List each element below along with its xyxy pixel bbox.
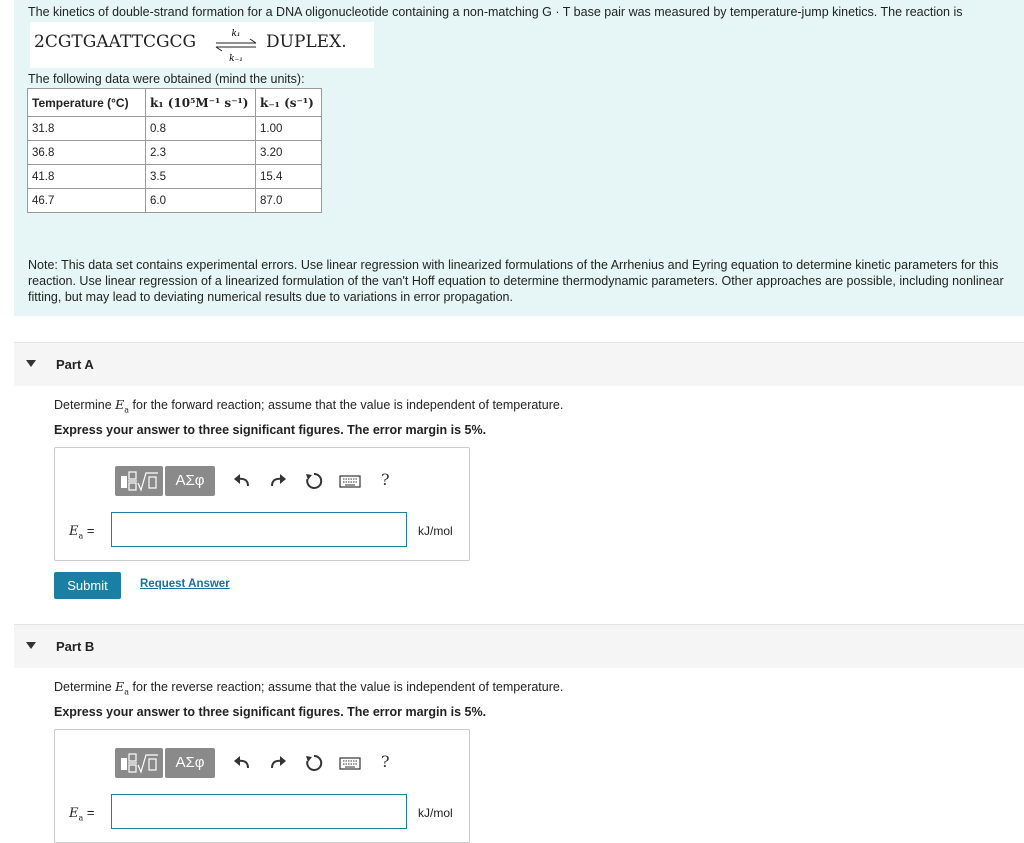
answer-input[interactable] (111, 794, 407, 829)
templates-button[interactable] (115, 748, 163, 778)
question-text: for the forward reaction; assume that th… (129, 398, 564, 412)
part-a-answer-panel: ΑΣφ ? Ea = kJ/mol (54, 447, 470, 561)
k-reverse-label: k₋₁ (229, 54, 243, 64)
part-b-title: Part B (56, 639, 95, 654)
cell-k1: 2.3 (145, 140, 256, 165)
collapse-triangle-icon[interactable] (26, 360, 36, 367)
collapse-triangle-icon[interactable] (26, 642, 36, 649)
keyboard-icon[interactable] (339, 753, 361, 773)
product: DUPLEX. (266, 32, 347, 52)
cell-k-1: 15.4 (255, 164, 322, 189)
part-b-instruction: Express your answer to three significant… (54, 705, 487, 719)
table-row: 31.8 0.8 1.00 (27, 116, 322, 141)
redo-icon[interactable] (267, 753, 289, 773)
part-b-answer-panel: ΑΣφ ? Ea = kJ/mol (54, 729, 470, 843)
table-caption: The following data were obtained (mind t… (28, 72, 305, 86)
equilibrium-arrow-icon: k₁ k₋₁ (215, 29, 257, 64)
part-b-header[interactable]: Part B (14, 624, 1024, 668)
k-forward-label: k₁ (231, 29, 240, 39)
reactant: 2CGTGAATTCGCG (34, 32, 197, 52)
answer-variable: E (69, 806, 79, 821)
answer-label: Ea = (69, 805, 95, 823)
undo-icon[interactable] (231, 753, 253, 773)
cell-temperature: 41.8 (27, 164, 146, 189)
answer-label: Ea = (69, 523, 95, 541)
cell-k-1: 1.00 (255, 116, 322, 141)
question-text: for the reverse reaction; assume that th… (129, 680, 564, 694)
cell-k1: 0.8 (145, 116, 256, 141)
reset-icon[interactable] (303, 753, 325, 773)
cell-k1: 3.5 (145, 164, 256, 189)
cell-temperature: 31.8 (27, 116, 146, 141)
templates-button[interactable] (115, 466, 163, 496)
redo-icon[interactable] (267, 471, 289, 491)
keyboard-icon[interactable] (339, 471, 361, 491)
answer-variable: E (69, 524, 79, 539)
help-icon[interactable]: ? (381, 752, 390, 771)
part-a-instruction: Express your answer to three significant… (54, 423, 487, 437)
answer-input[interactable] (111, 512, 407, 547)
undo-icon[interactable] (231, 471, 253, 491)
note-text: Note: This data set contains experimenta… (28, 258, 1004, 304)
greek-symbols-button[interactable]: ΑΣφ (165, 466, 215, 496)
question-text: Determine (54, 398, 116, 412)
header-k1: k₁ (10⁵M⁻¹ s⁻¹) (145, 88, 256, 117)
intro-text: The kinetics of double-strand formation … (28, 5, 963, 19)
table-row: 41.8 3.5 15.4 (27, 164, 322, 189)
header-temperature: Temperature (°C) (27, 88, 146, 117)
part-a-header[interactable]: Part A (14, 342, 1024, 386)
part-a-title: Part A (56, 357, 94, 372)
table-row: 46.7 6.0 87.0 (27, 188, 322, 213)
unit-label: kJ/mol (418, 524, 453, 538)
kinetics-table: Temperature (°C) k₁ (10⁵M⁻¹ s⁻¹) k₋₁ (s⁻… (27, 88, 322, 213)
cell-k-1: 3.20 (255, 140, 322, 165)
question-text: Determine (54, 680, 116, 694)
submit-button[interactable]: Submit (54, 572, 121, 599)
part-b-question: Determine Ea for the reverse reaction; a… (54, 679, 563, 697)
cell-temperature: 46.7 (27, 188, 146, 213)
question-variable: E (115, 679, 125, 694)
problem-intro: The kinetics of double-strand formation … (14, 0, 1024, 316)
reaction-equation: 2CGTGAATTCGCG k₁ k₋₁ DUPLEX. (30, 22, 374, 68)
templates-icon (121, 753, 158, 774)
request-answer-link[interactable]: Request Answer (140, 578, 230, 590)
cell-k-1: 87.0 (255, 188, 322, 213)
table-row: 36.8 2.3 3.20 (27, 140, 322, 165)
reset-icon[interactable] (303, 471, 325, 491)
templates-icon (121, 471, 158, 492)
part-a-question: Determine Ea for the forward reaction; a… (54, 397, 563, 415)
answer-equals: = (83, 523, 95, 538)
cell-temperature: 36.8 (27, 140, 146, 165)
answer-equals: = (83, 805, 95, 820)
question-variable: E (115, 397, 125, 412)
unit-label: kJ/mol (418, 806, 453, 820)
header-k-1: k₋₁ (s⁻¹) (255, 88, 322, 117)
cell-k1: 6.0 (145, 188, 256, 213)
help-icon[interactable]: ? (381, 470, 390, 489)
greek-symbols-button[interactable]: ΑΣφ (165, 748, 215, 778)
table-header-row: Temperature (°C) k₁ (10⁵M⁻¹ s⁻¹) k₋₁ (s⁻… (27, 88, 322, 117)
